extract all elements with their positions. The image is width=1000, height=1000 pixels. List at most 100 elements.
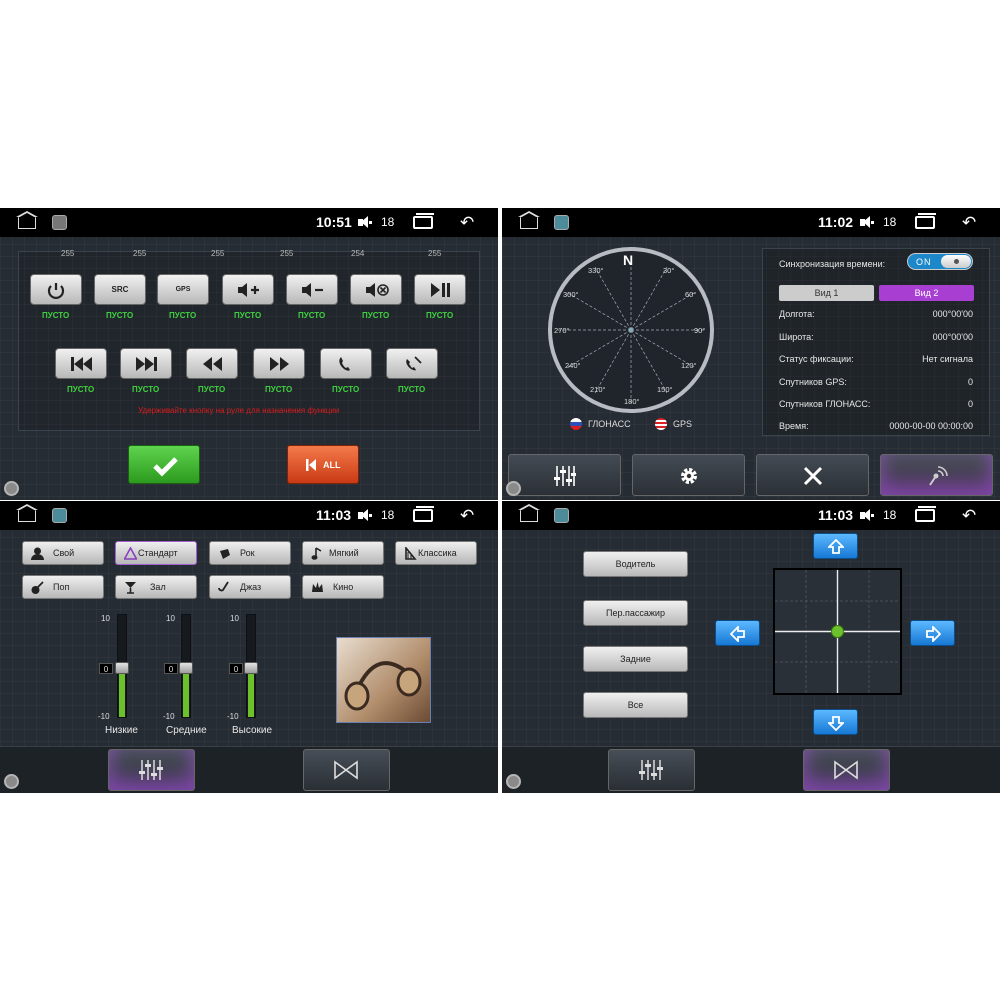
key-next-track-button[interactable] — [120, 348, 172, 379]
key-label: ПУСТО — [42, 311, 70, 320]
recent-apps-icon[interactable] — [413, 213, 434, 229]
skip-previous-icon — [71, 357, 92, 371]
sax-icon — [218, 581, 229, 592]
time-value: 0000-00-00 00:00:00 — [889, 421, 973, 431]
preset-jazz-button[interactable]: Джаз — [209, 575, 291, 599]
headphones-icon — [344, 661, 422, 711]
clock: 11:03 — [818, 507, 854, 523]
key-power-button[interactable] — [30, 274, 82, 305]
tab-tools[interactable] — [756, 454, 869, 496]
home-icon[interactable] — [16, 504, 38, 522]
tab-gps-signal[interactable] — [880, 454, 993, 496]
view1-button[interactable]: Вид 1 — [779, 285, 874, 301]
key-code: 255 — [211, 249, 225, 258]
volume-level: 18 — [381, 215, 395, 229]
fader-up-button[interactable] — [813, 533, 858, 559]
tab-equalizer[interactable] — [108, 749, 195, 791]
preset-rock-button[interactable]: Рок — [209, 541, 291, 565]
slider-knob[interactable] — [179, 662, 193, 674]
preset-pop-button[interactable]: Поп — [22, 575, 104, 599]
time-sync-toggle[interactable]: ON — [907, 253, 973, 270]
slider-knob[interactable] — [115, 662, 129, 674]
balance-fader-grid[interactable] — [773, 568, 902, 695]
hint-text: Удерживайте кнопку на руле для назначени… — [138, 406, 340, 415]
back-icon[interactable]: ↶ — [962, 214, 976, 231]
key-call-hangup-button[interactable] — [386, 348, 438, 379]
back-icon[interactable]: ↶ — [962, 507, 976, 524]
tab-balance[interactable] — [303, 749, 390, 791]
key-code: 254 — [351, 249, 365, 258]
volume-icon[interactable] — [860, 216, 874, 229]
clear-all-button[interactable]: ALL — [287, 445, 359, 484]
key-play-pause-button[interactable] — [414, 274, 466, 305]
volume-icon[interactable] — [358, 216, 372, 229]
mid-slider[interactable] — [179, 614, 193, 718]
preset-cinema-button[interactable]: Кино — [302, 575, 384, 599]
key-label: ПУСТО — [298, 311, 326, 320]
seat-rear-button[interactable]: Задние — [583, 646, 688, 672]
arrow-down-icon — [828, 716, 844, 731]
key-mute-button[interactable] — [350, 274, 402, 305]
key-call-answer-button[interactable] — [320, 348, 372, 379]
drawer-handle[interactable] — [506, 481, 521, 496]
slider-knob[interactable] — [244, 662, 258, 674]
seat-passenger-button[interactable]: Пер.пассажир — [583, 600, 688, 626]
recent-apps-icon[interactable] — [915, 213, 936, 229]
tools-icon — [803, 466, 823, 486]
bass-slider[interactable] — [115, 614, 129, 718]
preset-hall-button[interactable]: Зал — [115, 575, 197, 599]
key-code: 255 — [280, 249, 294, 258]
bottom-tab-bar — [0, 746, 498, 793]
russia-flag-icon — [570, 418, 582, 430]
preset-classic-button[interactable]: Классика — [395, 541, 477, 565]
treble-slider[interactable] — [244, 614, 258, 718]
play-pause-icon — [431, 283, 450, 297]
preset-standard-button[interactable]: Стандарт — [115, 541, 197, 565]
glonass-sats-value: 0 — [967, 399, 973, 409]
balance-point[interactable] — [831, 625, 844, 638]
tab-equalizer[interactable] — [608, 749, 695, 791]
band-label: Низкие — [105, 725, 138, 736]
tab-settings[interactable] — [632, 454, 745, 496]
back-icon[interactable]: ↶ — [460, 214, 474, 231]
seat-all-button[interactable]: Все — [583, 692, 688, 718]
satellite-compass: N 30° 60° 90° 120° 150° 180° 210° 240° 2… — [548, 247, 714, 413]
key-prev-track-button[interactable] — [55, 348, 107, 379]
drawer-handle[interactable] — [506, 774, 521, 789]
clock: 11:02 — [818, 214, 854, 230]
drawer-handle[interactable] — [4, 774, 19, 789]
preset-soft-button[interactable]: Мягкий — [302, 541, 384, 565]
tab-balance[interactable] — [803, 749, 890, 791]
key-src-button[interactable]: SRC — [94, 274, 146, 305]
gps-legend: GPS — [673, 419, 693, 429]
home-icon[interactable] — [518, 504, 540, 522]
volume-level: 18 — [381, 508, 395, 522]
key-gps-button[interactable]: GPS — [157, 274, 209, 305]
volume-icon[interactable] — [860, 509, 874, 522]
view2-button[interactable]: Вид 2 — [879, 285, 974, 301]
preset-custom-button[interactable]: Свой — [22, 541, 104, 565]
key-rewind-button[interactable] — [186, 348, 238, 379]
key-fast-forward-button[interactable] — [253, 348, 305, 379]
fader-down-button[interactable] — [813, 709, 858, 735]
preset-label: Рок — [240, 548, 255, 558]
volume-down-icon — [302, 283, 323, 297]
tab-equalizer[interactable] — [508, 454, 621, 496]
home-icon[interactable] — [518, 211, 540, 229]
balance-right-button[interactable] — [910, 620, 955, 646]
key-volume-up-button[interactable] — [222, 274, 274, 305]
volume-icon[interactable] — [358, 509, 372, 522]
recent-apps-icon[interactable] — [413, 506, 434, 522]
seat-driver-button[interactable]: Водитель — [583, 551, 688, 577]
key-label: ПУСТО — [265, 385, 293, 394]
key-volume-down-button[interactable] — [286, 274, 338, 305]
balance-left-button[interactable] — [715, 620, 760, 646]
confirm-button[interactable] — [128, 445, 200, 484]
home-icon[interactable] — [16, 211, 38, 229]
back-icon[interactable]: ↶ — [460, 507, 474, 524]
recent-apps-icon[interactable] — [915, 506, 936, 522]
src-icon: SRC — [111, 285, 129, 294]
degree-label: 90° — [694, 326, 706, 335]
fast-forward-icon — [270, 357, 289, 371]
drawer-handle[interactable] — [4, 481, 19, 496]
